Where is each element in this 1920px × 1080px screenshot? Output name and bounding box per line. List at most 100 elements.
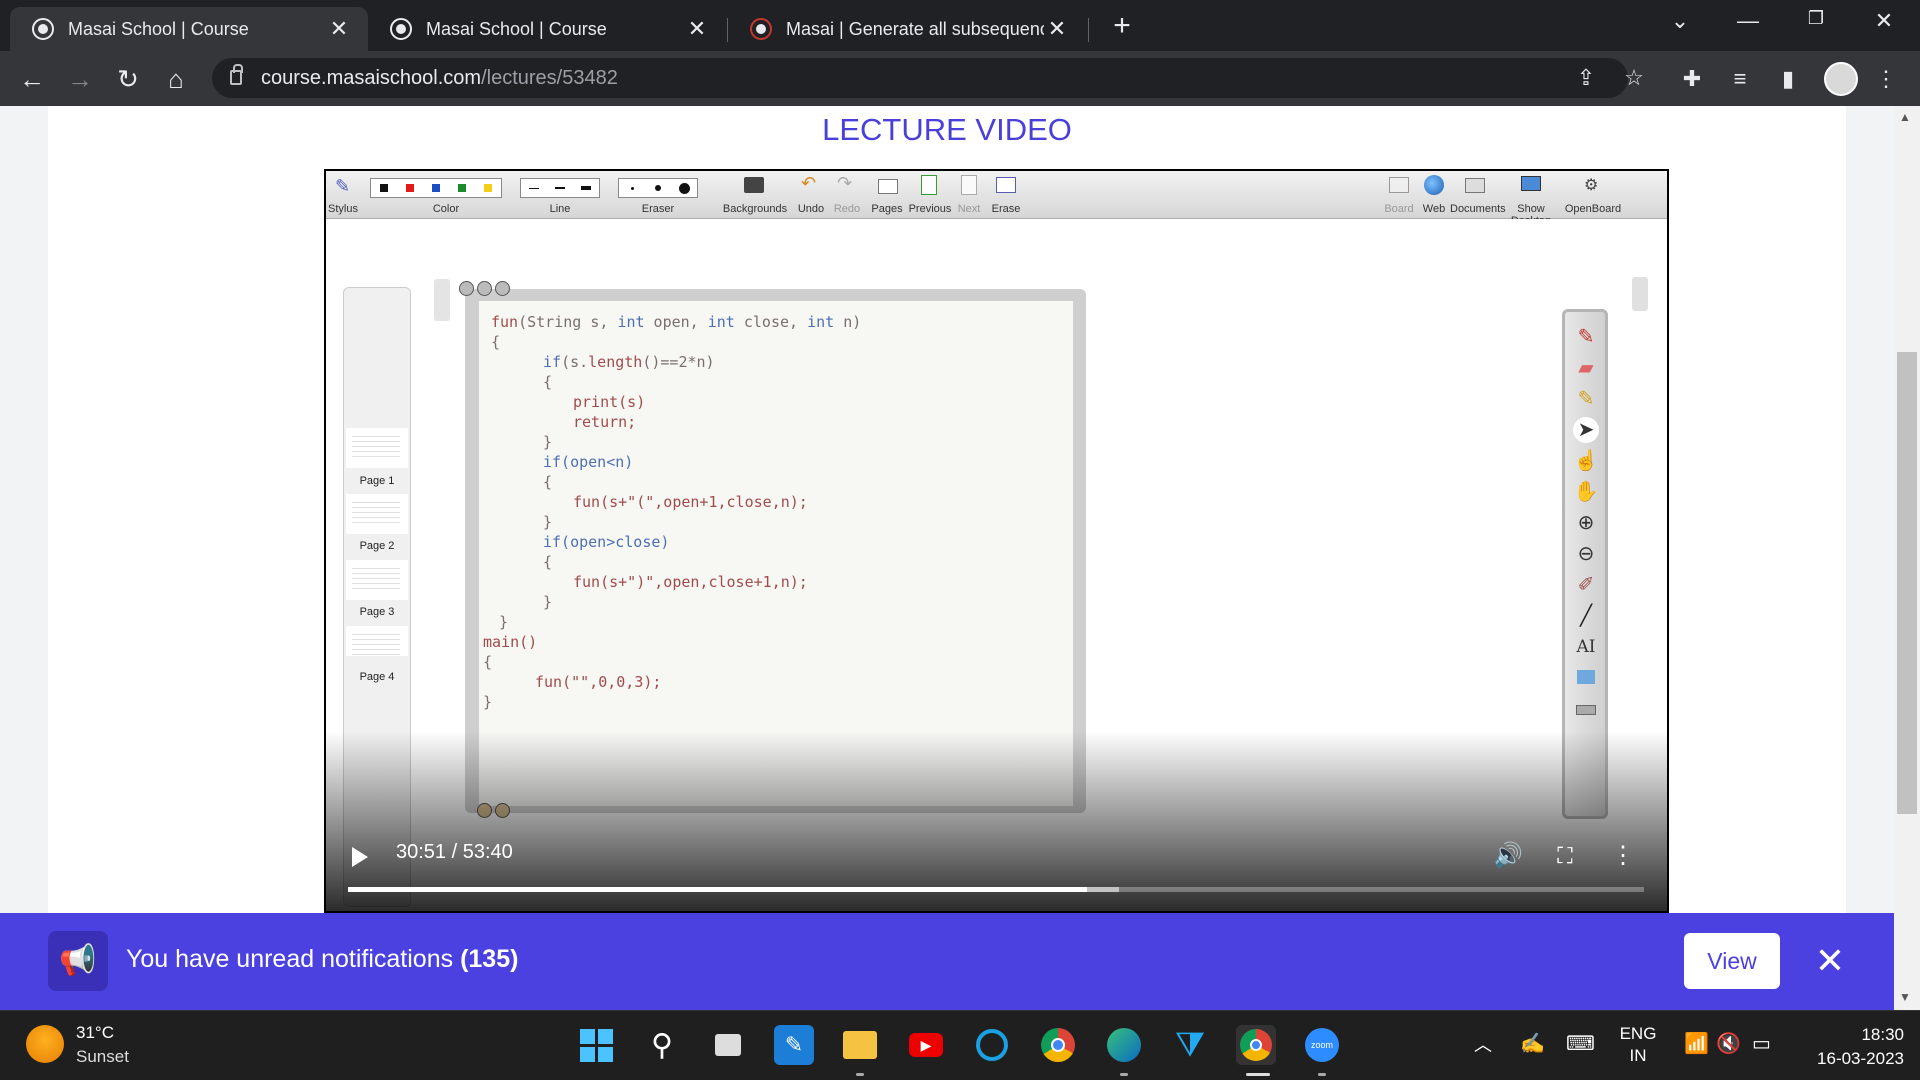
show-desktop-tool: Show Desktop <box>1502 171 1560 227</box>
more-options-icon[interactable]: ⋮ <box>1606 839 1640 873</box>
chrome-icon[interactable] <box>1038 1025 1078 1065</box>
line-tool: Line <box>520 171 600 219</box>
fullscreen-icon[interactable]: ⛶ <box>1548 839 1582 873</box>
volume-icon[interactable]: 🔊 <box>1491 839 1525 873</box>
tab-title: Masai School | Course <box>68 18 249 39</box>
start-windows-icon[interactable] <box>576 1025 616 1065</box>
frame-menu-icon <box>495 281 510 296</box>
tab-2[interactable]: Masai School | Course ✕ <box>368 7 726 51</box>
code-line: } <box>543 513 553 531</box>
vscode-icon[interactable]: ⧩ <box>1170 1025 1210 1065</box>
home-icon[interactable]: ⌂ <box>158 61 194 97</box>
chrome-active-icon[interactable] <box>1236 1025 1276 1065</box>
next-label: Next <box>957 203 981 215</box>
system-clock[interactable]: 18:30 16-03-2023 <box>1790 1023 1904 1071</box>
notification-count: (135) <box>460 945 519 973</box>
reload-icon[interactable]: ↻ <box>110 61 146 97</box>
tab-search-icon[interactable]: ⌄ <box>1660 8 1700 38</box>
profile-avatar[interactable] <box>1824 62 1858 96</box>
volume-muted-icon[interactable]: 🔇 <box>1716 1031 1741 1056</box>
page-thumbnail <box>346 626 408 656</box>
eraser-icon: ▰ <box>1578 357 1594 379</box>
language-indicator[interactable]: ENG IN <box>1618 1023 1658 1067</box>
backgrounds-label: Backgrounds <box>722 203 788 215</box>
edge-icon[interactable] <box>1104 1025 1144 1065</box>
side-panel-icon[interactable]: ▮ <box>1772 63 1804 95</box>
scroll-down-icon[interactable]: ▼ <box>1899 990 1911 1004</box>
app-running-indicator <box>856 1073 864 1076</box>
close-tab-icon[interactable]: ✕ <box>326 16 352 42</box>
share-icon[interactable]: ⇪ <box>1570 62 1602 94</box>
tab-separator <box>1088 18 1089 42</box>
pages-label: Pages <box>871 203 903 215</box>
photos-icon[interactable]: ✎ <box>774 1025 814 1065</box>
code-line: fun(s+")",open,close+1,n); <box>573 573 808 591</box>
view-button[interactable]: View <box>1684 933 1780 989</box>
scroll-up-icon[interactable]: ▲ <box>1899 110 1911 124</box>
code-line: print(s) <box>573 393 646 411</box>
menu-kebab-icon[interactable]: ⋮ <box>1870 63 1902 95</box>
video-time: 30:51 / 53:40 <box>396 841 513 863</box>
pen-icon: ✎ <box>1577 326 1595 348</box>
eraser-tool: Eraser <box>618 171 698 219</box>
close-icon[interactable]: ✕ <box>1812 941 1848 981</box>
code-line: return; <box>573 413 637 431</box>
code-line: fun(s+"(",open+1,close,n); <box>573 493 808 511</box>
documents-tool: Documents <box>1450 171 1506 219</box>
search-icon[interactable]: ⚲ <box>642 1025 682 1065</box>
restore-icon[interactable]: ❐ <box>1796 8 1836 38</box>
task-view-icon[interactable] <box>708 1025 748 1065</box>
window-close-icon[interactable]: ✕ <box>1864 8 1904 38</box>
close-tab-icon[interactable]: ✕ <box>684 16 710 42</box>
stylus-icon: ✎ <box>335 176 351 196</box>
pen-workspace-icon[interactable]: ✍ <box>1520 1031 1545 1056</box>
globe-icon <box>32 18 54 40</box>
tab-1[interactable]: Masai School | Course ✕ <box>10 7 368 51</box>
show-hidden-icons-icon[interactable]: ︿ <box>1474 1031 1492 1057</box>
stylus-tool: ✎ Stylus <box>328 171 358 219</box>
weather-sun-icon[interactable] <box>26 1025 64 1063</box>
bookmark-star-icon[interactable]: ☆ <box>1618 62 1650 94</box>
video-progress-bar[interactable] <box>348 887 1644 892</box>
redo-label: Redo <box>833 203 861 215</box>
openboard-toolbar: ✎ Stylus Color Line Eraser Backgrounds ↶… <box>326 171 1667 227</box>
board-label: Board <box>1384 203 1414 215</box>
globe-icon <box>390 18 412 40</box>
line-label: Line <box>549 203 571 215</box>
media-control-icon[interactable]: ≡ <box>1724 63 1756 95</box>
masai-favicon-icon <box>750 18 772 40</box>
strip-toggle <box>434 279 450 321</box>
wifi-icon[interactable]: 📶 <box>1684 1031 1709 1056</box>
color-tool: Color <box>386 171 506 219</box>
screen: Masai School | Course ✕ Masai School | C… <box>0 0 1920 1080</box>
documents-label: Documents <box>1450 203 1506 215</box>
tab-3[interactable]: Masai | Generate all subsequence ✕ <box>728 7 1086 51</box>
code-line: } <box>543 593 553 611</box>
zoom-icon[interactable]: zoom <box>1302 1025 1342 1065</box>
video-player[interactable]: ✎ Stylus Color Line Eraser Backgrounds ↶… <box>324 169 1669 913</box>
web-tool: Web <box>1419 171 1449 219</box>
forward-arrow-icon[interactable]: → <box>62 61 98 97</box>
play-icon[interactable] <box>352 847 368 867</box>
battery-icon[interactable]: ▭ <box>1752 1031 1771 1056</box>
close-tab-icon[interactable]: ✕ <box>1044 16 1070 42</box>
scroll-thumb[interactable] <box>1897 352 1917 814</box>
new-tab-button[interactable]: + <box>1105 9 1139 43</box>
globe-icon <box>1424 175 1444 195</box>
file-explorer-icon[interactable] <box>840 1025 880 1065</box>
cortana-icon[interactable] <box>972 1025 1012 1065</box>
back-arrow-icon[interactable]: ← <box>14 61 50 97</box>
code-line: } <box>499 613 509 631</box>
zoom-out-icon: ⊖ <box>1577 543 1595 565</box>
extensions-puzzle-icon[interactable]: ✚ <box>1676 63 1708 95</box>
board-icon <box>1389 177 1409 193</box>
touch-keyboard-icon[interactable]: ⌨ <box>1566 1031 1595 1056</box>
erase-board-icon <box>996 177 1016 193</box>
page-scrollbar[interactable]: ▲ ▼ <box>1894 106 1920 1010</box>
youtube-icon[interactable]: ▶ <box>906 1025 946 1065</box>
line-icon: ╱ <box>1579 605 1593 627</box>
minimize-icon[interactable]: — <box>1728 8 1768 38</box>
app-running-indicator <box>1120 1073 1128 1076</box>
address-bar[interactable]: course.masaischool.com/lectures/53482 ⇪ … <box>212 58 1644 98</box>
weather-condition: Sunset <box>76 1047 129 1066</box>
